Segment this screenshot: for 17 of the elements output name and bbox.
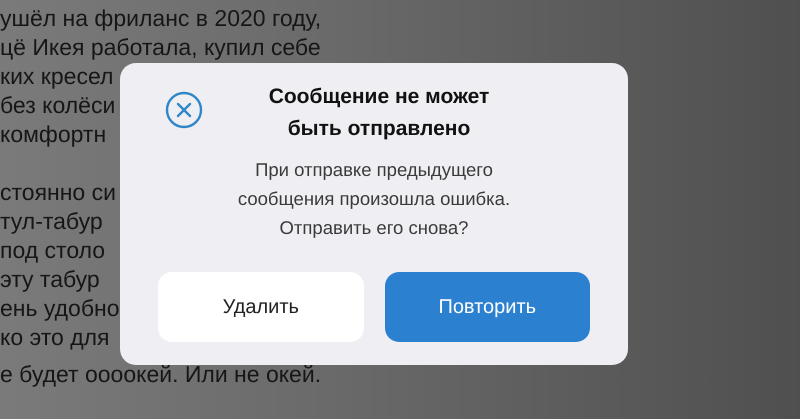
text-line: под столо [0,236,106,265]
text-line: цё Икея работала, купил себе [0,33,321,62]
text-line: стоянно си [0,178,116,207]
error-icon [165,91,203,129]
text-line: без колёси [0,91,116,120]
delete-button[interactable]: Удалить [158,272,364,342]
text-line: тул-табур [0,207,103,236]
text-line: е будет оооокей. Или не окей. [0,360,322,389]
text-line: ких кресел [0,62,114,91]
text-line: ушёл на фриланс в 2020 году, [0,4,322,33]
retry-button[interactable]: Повторить [384,272,590,342]
text-line: ко это для [0,323,110,352]
dialog-message: При отправке предыдущего сообщения произошла ошибка. Отправить его снова? [236,158,512,240]
text-line: комфортн [0,120,106,149]
dialog-title: Сообщение не может быть отправлено [268,84,490,142]
text-line: ень удобно [0,294,120,323]
text-line: эту табур [0,265,100,294]
